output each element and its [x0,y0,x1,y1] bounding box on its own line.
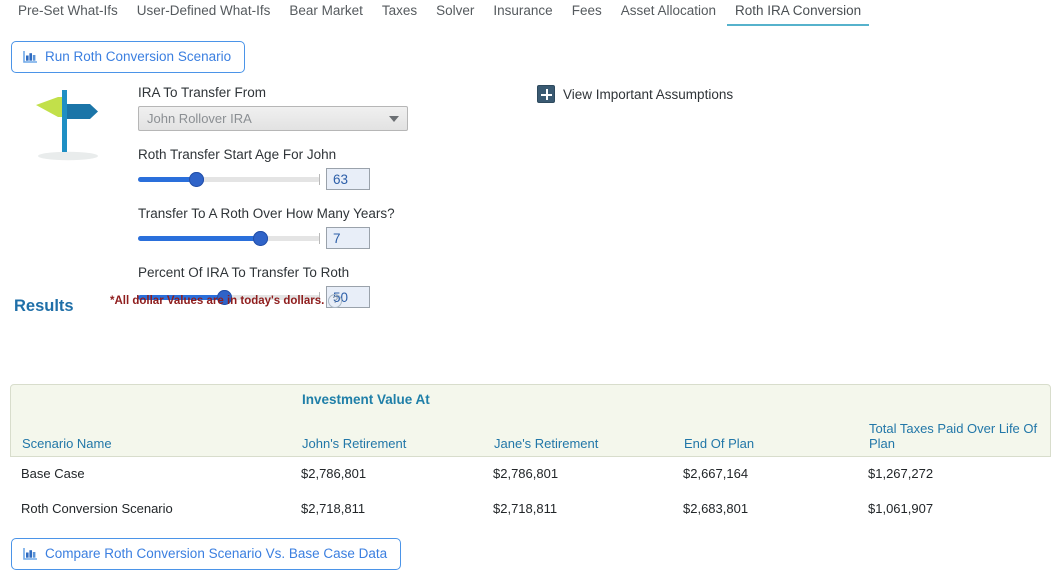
cell-janes-retirement: $2,786,801 [493,466,559,481]
tab-roth-ira-conversion[interactable]: Roth IRA Conversion [727,0,870,26]
results-note-text: *All dollar Values are in today's dollar… [110,295,325,307]
cell-johns-retirement: $2,786,801 [301,466,367,481]
cell-scenario-name: Base Case [21,466,85,481]
roth-ira-conversion-page: Pre-Set What-Ifs User-Defined What-Ifs B… [0,0,1051,571]
run-button-label: Run Roth Conversion Scenario [45,49,232,64]
view-important-assumptions-toggle[interactable]: View Important Assumptions [537,85,733,103]
slider-thumb[interactable] [189,172,204,187]
bar-chart-icon [23,50,38,63]
compare-button-label: Compare Roth Conversion Scenario Vs. Bas… [45,546,388,561]
main-tab-bar: Pre-Set What-Ifs User-Defined What-Ifs B… [0,0,1051,31]
start-age-slider[interactable] [138,170,320,188]
bar-chart-icon [23,547,38,560]
cell-janes-retirement: $2,718,811 [493,501,558,516]
column-header-total-taxes: Total Taxes Paid Over Life Of Plan [869,421,1038,451]
start-age-value-input[interactable] [326,168,370,190]
percent-of-ira-label: Percent Of IRA To Transfer To Roth [138,265,350,280]
results-note: *All dollar Values are in today's dollar… [110,294,343,308]
cell-total-taxes: $1,061,907 [868,501,934,516]
cell-end-of-plan: $2,667,164 [683,466,749,481]
results-table-header: Investment Value At Scenario Name John's… [10,384,1051,457]
roth-conversion-form: IRA To Transfer From John Rollover IRA R… [138,84,418,308]
compare-scenario-vs-base-case-button[interactable]: Compare Roth Conversion Scenario Vs. Bas… [11,538,402,570]
investment-value-at-group-header: Investment Value At [302,392,430,407]
question-circle-icon[interactable]: ? [328,294,343,308]
tab-pre-set-what-ifs[interactable]: Pre-Set What-Ifs [10,0,126,26]
cell-end-of-plan: $2,683,801 [683,501,749,516]
slider-end-tick [319,233,320,244]
ira-to-transfer-from-label: IRA To Transfer From [138,85,267,100]
column-header-johns-retirement: John's Retirement [302,436,407,451]
tab-bear-market[interactable]: Bear Market [281,0,371,26]
tab-fees[interactable]: Fees [564,0,610,26]
tab-insurance[interactable]: Insurance [485,0,560,26]
assumptions-label: View Important Assumptions [563,86,734,102]
ira-to-transfer-from-select[interactable]: John Rollover IRA [138,106,408,131]
cell-scenario-name: Roth Conversion Scenario [21,501,173,516]
years-slider-row [138,227,418,249]
tab-asset-allocation[interactable]: Asset Allocation [613,0,724,26]
column-header-scenario-name: Scenario Name [22,436,112,451]
table-row: Base Case $2,786,801 $2,786,801 $2,667,1… [10,457,1051,492]
slider-end-tick [319,174,320,185]
cell-total-taxes: $1,267,272 [868,466,934,481]
cell-johns-retirement: $2,718,811 [301,501,366,516]
ira-select-value: John Rollover IRA [147,111,252,126]
column-header-janes-retirement: Jane's Retirement [494,436,599,451]
transfer-years-value-input[interactable] [326,227,370,249]
roth-transfer-start-age-label: Roth Transfer Start Age For John [138,147,337,162]
tab-taxes[interactable]: Taxes [374,0,425,26]
start-age-slider-row [138,168,418,190]
slider-thumb[interactable] [253,231,268,246]
tab-user-defined-what-ifs[interactable]: User-Defined What-Ifs [129,0,279,26]
table-row: Roth Conversion Scenario $2,718,811 $2,7… [10,492,1051,527]
chevron-down-icon [389,115,399,122]
results-table-body: Base Case $2,786,801 $2,786,801 $2,667,1… [10,457,1051,527]
signpost-illustration [22,84,114,162]
slider-fill [138,177,196,182]
results-table: Investment Value At Scenario Name John's… [10,384,1051,527]
plus-square-icon [537,85,555,103]
transfer-years-slider[interactable] [138,229,320,247]
results-heading: Results [14,297,74,315]
tab-solver[interactable]: Solver [428,0,482,26]
run-roth-conversion-scenario-button[interactable]: Run Roth Conversion Scenario [11,41,246,73]
slider-fill [138,236,260,241]
transfer-years-label: Transfer To A Roth Over How Many Years? [138,206,395,221]
column-header-end-of-plan: End Of Plan [684,436,755,451]
